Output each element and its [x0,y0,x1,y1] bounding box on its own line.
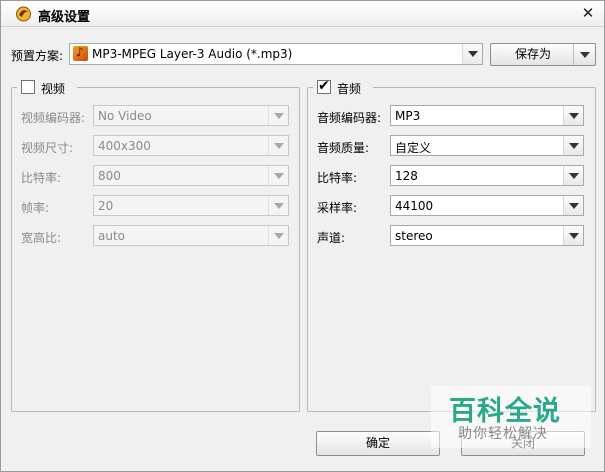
audio-bitrate-label: 比特率: [317,171,358,185]
audio-codec-select[interactable]: MP3 [390,105,584,126]
title-bar[interactable]: 高级设置 ✕ [1,1,604,27]
video-framerate-label: 帧率: [21,201,50,215]
video-framerate-select[interactable]: 20 [93,195,289,216]
video-size-value: 400x300 [98,139,151,153]
chevron-down-icon[interactable] [462,44,482,64]
video-framerate-value: 20 [98,199,114,213]
audio-channels-value: stereo [395,229,433,243]
chevron-down-icon[interactable] [563,226,583,245]
audio-channels-select[interactable]: stereo [390,225,584,246]
audio-samplerate-value: 44100 [395,199,434,213]
chevron-down-icon[interactable] [268,226,288,245]
chevron-down-icon[interactable] [563,136,583,155]
chevron-down-icon[interactable] [268,166,288,185]
video-group-header: 视频 [17,78,77,96]
audio-channels-label: 声道: [317,231,346,245]
video-bitrate-label: 比特率: [21,171,62,185]
video-codec-label: 视频编码器: [21,111,86,125]
audio-samplerate-label: 采样率: [317,201,358,215]
preset-select[interactable]: MP3-MPEG Layer-3 Audio (*.mp3) [69,43,483,65]
close-icon[interactable]: ✕ [579,4,597,22]
mp3-audio-icon [73,45,88,61]
chevron-down-icon[interactable] [573,44,595,65]
video-group-title: 视频 [41,82,66,96]
video-size-label: 视频尺寸: [21,141,74,155]
audio-quality-select[interactable]: 自定义 [390,135,584,156]
video-bitrate-select[interactable]: 800 [93,165,289,186]
save-as-label: 保存为 [515,47,552,61]
video-codec-value: No Video [98,109,152,123]
chevron-down-icon[interactable] [563,166,583,185]
save-as-button[interactable]: 保存为 [490,43,596,66]
audio-quality-label: 音频质量: [317,141,370,155]
video-bitrate-value: 800 [98,169,121,183]
audio-group-title: 音频 [337,82,362,96]
audio-quality-value: 自定义 [395,141,432,155]
video-aspect-select[interactable]: auto [93,225,289,246]
audio-bitrate-select[interactable]: 128 [390,165,584,186]
video-aspect-value: auto [98,229,126,243]
chevron-down-icon[interactable] [563,196,583,215]
advanced-settings-dialog: 高级设置 ✕ 预置方案: MP3-MPEG Layer-3 Audio (*.m… [0,0,605,472]
audio-bitrate-value: 128 [395,169,418,183]
audio-samplerate-select[interactable]: 44100 [390,195,584,216]
preset-label: 预置方案: [11,49,64,63]
video-size-select[interactable]: 400x300 [93,135,289,156]
chevron-down-icon[interactable] [563,106,583,125]
dialog-title: 高级设置 [38,10,91,25]
audio-codec-value: MP3 [395,109,421,123]
video-codec-select[interactable]: No Video [93,105,289,126]
preset-value: MP3-MPEG Layer-3 Audio (*.mp3) [92,47,293,61]
watermark-subtitle: 助你轻松解决 [458,426,548,442]
app-logo-icon [16,6,31,22]
chevron-down-icon[interactable] [268,196,288,215]
video-enable-checkbox[interactable] [21,80,35,94]
audio-group-header: 音频 [313,78,373,96]
ok-button[interactable]: 确定 [316,431,440,456]
chevron-down-icon[interactable] [268,106,288,125]
audio-enable-checkbox[interactable] [317,78,331,94]
audio-codec-label: 音频编码器: [317,111,382,125]
video-aspect-label: 宽高比: [21,231,62,245]
chevron-down-icon[interactable] [268,136,288,155]
